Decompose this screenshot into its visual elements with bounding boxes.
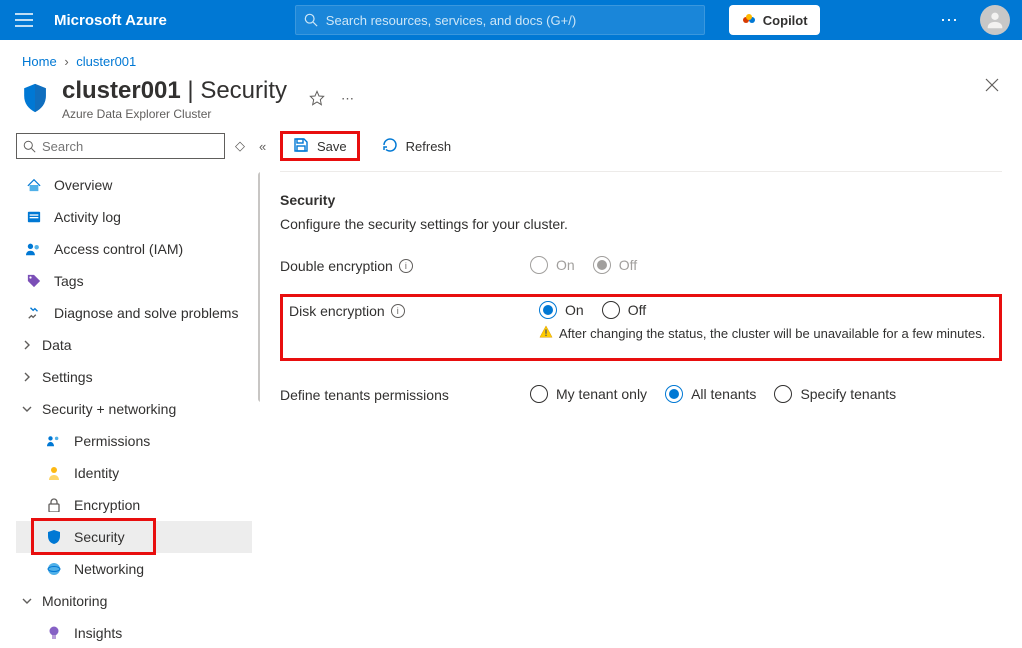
- save-icon: [293, 137, 309, 156]
- sidebar-item-access-control[interactable]: Access control (IAM): [16, 233, 252, 265]
- menu-search[interactable]: [16, 133, 225, 159]
- copilot-label: Copilot: [763, 13, 808, 28]
- refresh-label: Refresh: [406, 139, 452, 154]
- global-search[interactable]: [295, 5, 705, 35]
- sidebar-heading-monitoring[interactable]: Monitoring: [16, 585, 252, 617]
- more-actions-icon[interactable]: ⋯: [940, 10, 960, 31]
- breadcrumb: Home › cluster001: [0, 40, 1022, 77]
- section-title: Security: [280, 192, 1002, 208]
- field-disk-encryption: Disk encryption i On Off After changing …: [280, 294, 1002, 361]
- toolbar: Save Refresh: [280, 131, 1002, 172]
- sidebar-item-security[interactable]: Security: [16, 521, 252, 553]
- field-tenants: Define tenants permissions My tenant onl…: [280, 385, 1002, 403]
- chevron-down-icon: [22, 593, 32, 609]
- chevron-down-icon: [22, 401, 32, 417]
- double-encryption-on-radio: On: [530, 256, 575, 274]
- sidebar-item-networking[interactable]: Networking: [16, 553, 252, 585]
- insights-icon: [46, 626, 62, 640]
- tenants-my-tenant-radio[interactable]: My tenant only: [530, 385, 647, 403]
- chevron-right-icon: [22, 337, 32, 353]
- shield-icon: [22, 82, 48, 117]
- more-icon[interactable]: ⋯: [341, 91, 354, 107]
- disk-encryption-on-radio[interactable]: On: [539, 301, 584, 319]
- scrollbar[interactable]: [258, 172, 260, 402]
- global-search-input[interactable]: [326, 13, 696, 28]
- identity-icon: [46, 466, 62, 480]
- overview-icon: [26, 178, 42, 192]
- chevron-right-icon: [22, 369, 32, 385]
- save-label: Save: [317, 139, 347, 154]
- field-double-encryption: Double encryption i On Off: [280, 256, 1002, 274]
- info-icon[interactable]: i: [399, 259, 413, 273]
- tags-icon: [26, 274, 42, 288]
- sidebar-item-identity[interactable]: Identity: [16, 457, 252, 489]
- disk-encryption-off-radio[interactable]: Off: [602, 301, 646, 319]
- sidebar: ◇ « Overview Activity log Access control…: [0, 121, 260, 648]
- shield-icon: [46, 530, 62, 544]
- collapse-sidebar-icon[interactable]: «: [255, 139, 270, 154]
- sidebar-heading-data[interactable]: Data: [16, 329, 252, 361]
- sidebar-item-insights[interactable]: Insights: [16, 617, 252, 648]
- search-icon: [23, 140, 36, 153]
- tenants-all-tenants-radio[interactable]: All tenants: [665, 385, 756, 403]
- breadcrumb-cluster[interactable]: cluster001: [76, 54, 136, 69]
- favorite-icon[interactable]: [309, 90, 325, 109]
- info-icon[interactable]: i: [391, 304, 405, 318]
- sidebar-heading-security-networking[interactable]: Security + networking: [16, 393, 252, 425]
- permissions-icon: [46, 435, 62, 447]
- copilot-icon: [741, 12, 757, 28]
- disk-encryption-warning: After changing the status, the cluster w…: [539, 325, 993, 342]
- breadcrumb-home[interactable]: Home: [22, 54, 57, 69]
- close-icon[interactable]: [984, 77, 1000, 96]
- sidebar-heading-settings[interactable]: Settings: [16, 361, 252, 393]
- refresh-icon: [382, 137, 398, 156]
- sidebar-item-activity-log[interactable]: Activity log: [16, 201, 252, 233]
- page-title-row: cluster001 | Security Azure Data Explore…: [0, 77, 1022, 121]
- sidebar-item-overview[interactable]: Overview: [16, 169, 252, 201]
- sidebar-item-diagnose[interactable]: Diagnose and solve problems: [16, 297, 252, 329]
- save-button[interactable]: Save: [280, 131, 360, 161]
- page-title: cluster001 | Security: [62, 77, 287, 105]
- page-subtitle: Azure Data Explorer Cluster: [62, 107, 287, 121]
- disk-encryption-label: Disk encryption: [289, 303, 385, 319]
- double-encryption-label: Double encryption: [280, 258, 393, 274]
- brand-title[interactable]: Microsoft Azure: [48, 12, 173, 29]
- topbar: Microsoft Azure Copilot ⋯: [0, 0, 1022, 40]
- warning-icon: [539, 325, 553, 342]
- user-avatar[interactable]: [980, 5, 1010, 35]
- chevron-right-icon: ›: [64, 54, 68, 69]
- double-encryption-off-radio: Off: [593, 256, 637, 274]
- refresh-button[interactable]: Refresh: [372, 131, 462, 161]
- access-control-icon: [26, 242, 42, 256]
- networking-icon: [46, 562, 62, 576]
- tenants-specify-radio[interactable]: Specify tenants: [774, 385, 896, 403]
- lock-icon: [46, 498, 62, 512]
- hamburger-icon[interactable]: [12, 8, 36, 32]
- search-icon: [304, 13, 318, 27]
- tenants-label: Define tenants permissions: [280, 387, 449, 403]
- activity-log-icon: [26, 210, 42, 224]
- sidebar-item-encryption[interactable]: Encryption: [16, 489, 252, 521]
- sidebar-item-tags[interactable]: Tags: [16, 265, 252, 297]
- section-description: Configure the security settings for your…: [280, 216, 1002, 232]
- content-area: Save Refresh Security Configure the secu…: [260, 121, 1022, 648]
- sidebar-item-permissions[interactable]: Permissions: [16, 425, 252, 457]
- diagnose-icon: [26, 306, 42, 320]
- copilot-button[interactable]: Copilot: [729, 5, 820, 35]
- pin-icon[interactable]: ◇: [231, 138, 249, 154]
- menu-search-input[interactable]: [42, 139, 218, 154]
